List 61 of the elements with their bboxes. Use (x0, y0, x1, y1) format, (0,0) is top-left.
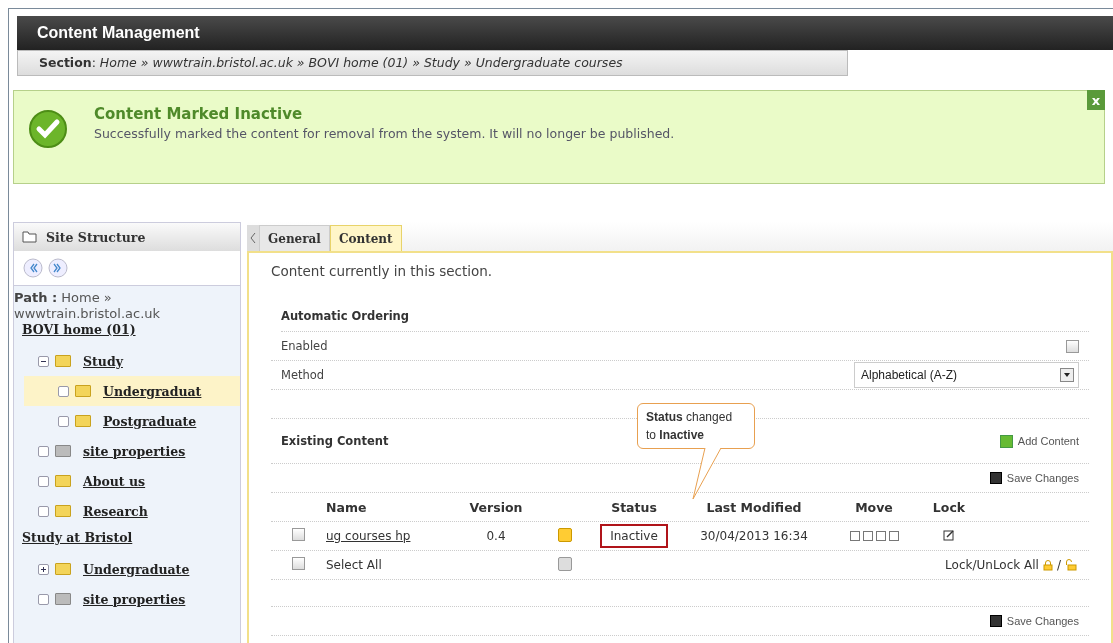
column-header: Lock (931, 499, 967, 515)
tree-item[interactable]: About us (83, 473, 146, 489)
checkbox[interactable] (1066, 339, 1079, 353)
checkbox[interactable] (292, 557, 305, 570)
folder-icon (55, 445, 71, 457)
tree-item[interactable]: site properties (83, 591, 186, 607)
table-cell-text: 30/04/2013 16:34 (699, 529, 809, 543)
section-title: Existing Content (281, 434, 389, 448)
checkbox[interactable] (292, 528, 305, 541)
content-link[interactable]: ug courses hp (326, 529, 411, 543)
tree-item[interactable]: site properties (83, 443, 186, 459)
folder-icon (22, 231, 38, 243)
add-content-link[interactable]: Add Content (999, 434, 1079, 448)
tab[interactable]: Content (329, 225, 402, 251)
intro-text: Content currently in this section. (271, 263, 494, 279)
tab[interactable]: General (259, 225, 330, 251)
back-icon[interactable] (23, 258, 43, 278)
window-title: Content Management (17, 16, 1113, 50)
callout-pointer (691, 448, 723, 500)
tree-item[interactable]: Postgraduate (103, 413, 197, 429)
column-header: Status (610, 499, 658, 515)
save-changes-link[interactable]: Save Changes (989, 472, 1079, 484)
tree-item[interactable]: Study (83, 353, 123, 369)
status-cell: Inactive (600, 524, 668, 548)
folder-icon (55, 563, 71, 575)
tree-item[interactable]: Undergraduate (83, 561, 190, 577)
column-header: Last Modified (705, 499, 803, 515)
table-cell-text: 0.4 (485, 529, 507, 543)
folder-icon (75, 385, 91, 397)
lock-all-label: Lock/UnLock All (945, 558, 1039, 572)
field-label: Enabled (281, 339, 328, 353)
collapse-icon[interactable] (38, 355, 49, 367)
folder-icon (55, 355, 71, 367)
breadcrumb: Section: Home » wwwtrain.bristol.ac.uk » BOVI home (01) » Study » Undergraduate courses (17, 50, 848, 76)
folder-icon (55, 475, 71, 487)
column-header: Name (326, 499, 368, 515)
folder-icon (75, 415, 91, 427)
save-changes-link[interactable]: Save Changes (989, 615, 1079, 627)
method-dropdown[interactable]: Alphabetical (A-Z) (854, 362, 1079, 388)
message-title: Content Marked Inactive (94, 105, 304, 123)
folder-icon (55, 505, 71, 517)
lock-icon[interactable] (1042, 559, 1053, 571)
callout: Status changed to Inactive (637, 403, 755, 500)
field-label: Method (281, 368, 325, 382)
message-text: Successfully marked the content for removal from the system. It will no longer be published. (94, 126, 675, 141)
unlock-icon[interactable] (1065, 559, 1077, 571)
column-header: Move (854, 499, 894, 515)
edit-icon[interactable] (943, 528, 955, 541)
folder-icon (55, 593, 71, 605)
tree-root-link[interactable]: Study at Bristol (14, 530, 240, 548)
separator-text: / (1056, 558, 1061, 572)
expand-icon[interactable] (38, 563, 49, 575)
tree-root-link[interactable]: BOVI home (01) (14, 322, 240, 340)
tree-item[interactable]: Research (83, 503, 148, 519)
column-header: Version (468, 499, 524, 515)
section-title: Automatic Ordering (281, 309, 1089, 332)
sidebar-title: Site Structure (46, 229, 146, 245)
select-all-label: Select All (326, 558, 383, 572)
path-text: Path : Home » wwwtrain.bristol.ac.uk (14, 289, 162, 322)
forward-icon[interactable] (48, 258, 68, 278)
check-icon (28, 109, 68, 149)
